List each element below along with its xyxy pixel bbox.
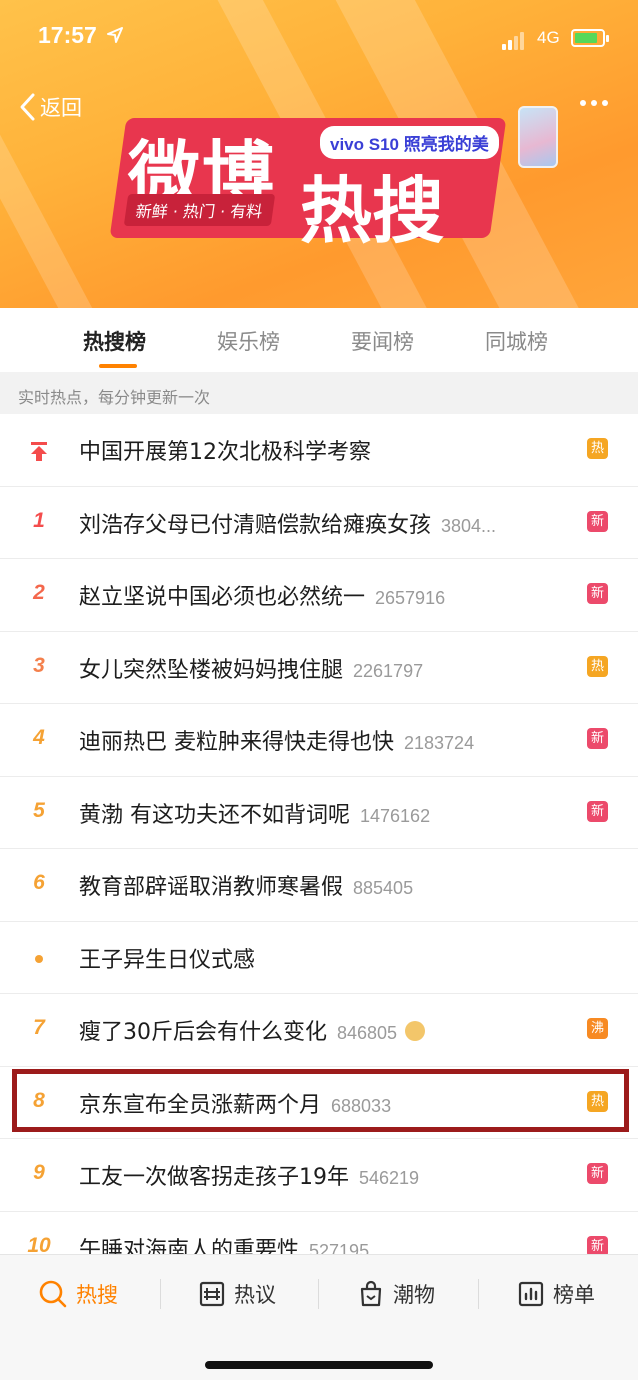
- promoted-dot: [35, 954, 43, 963]
- item-count: 846805: [337, 1023, 398, 1043]
- item-title: 工友一次做客拐走孩子19年 546219: [79, 1165, 420, 1190]
- hot-badge: 热: [587, 655, 608, 677]
- realtime-note-text: 实时热点，每分钟更新一次: [18, 388, 211, 407]
- ad-banner[interactable]: vivo S10 照亮我的美: [320, 126, 499, 159]
- nav-label: 榜单: [553, 1283, 595, 1307]
- list-item[interactable]: 4 迪丽热巴 麦粒肿来得快走得也快 2183724 新: [0, 704, 638, 777]
- item-title: 刘浩存父母已付清赔偿款给瘫痪女孩 3804...: [79, 512, 497, 538]
- item-title: 王子异生日仪式感: [79, 947, 256, 973]
- item-count: 1476162: [360, 805, 431, 826]
- realtime-note: 实时热点，每分钟更新一次: [0, 372, 638, 414]
- chevron-left-icon: [20, 93, 35, 121]
- item-title: 赵立坚说中国必须也必然统一 2657916: [79, 585, 446, 610]
- nav-rankings[interactable]: 榜单: [517, 1279, 595, 1309]
- rank-number: 1: [33, 508, 45, 532]
- rank-number: 7: [33, 1016, 45, 1039]
- battery-icon: [571, 29, 609, 47]
- tab-hot-search[interactable]: 热搜榜: [83, 326, 146, 356]
- location-arrow-icon: [107, 27, 123, 43]
- rank-number: 4: [33, 726, 45, 749]
- back-label: 返回: [40, 96, 82, 120]
- item-count: 2183724: [404, 733, 475, 753]
- nav-label: 潮物: [393, 1283, 435, 1307]
- doge-emoji-icon: [405, 1021, 426, 1041]
- list-item[interactable]: 9 工友一次做客拐走孩子19年 546219 新: [0, 1139, 638, 1212]
- item-title: 女儿突然坠楼被妈妈拽住腿 2261797: [79, 657, 424, 683]
- list-item[interactable]: 7 瘦了30斤后会有什么变化 846805 沸: [0, 994, 638, 1067]
- list-item[interactable]: 3 女儿突然坠楼被妈妈拽住腿 2261797 热: [0, 632, 638, 704]
- discussion-icon: [199, 1281, 225, 1307]
- nav-label: 热搜: [76, 1283, 118, 1307]
- ranking-tabs: 热搜榜 娱乐榜 要闻榜 同城榜: [0, 308, 638, 372]
- nav-trendy[interactable]: 潮物: [357, 1279, 435, 1309]
- rank-number: 5: [33, 798, 45, 822]
- item-title: 黄渤 有这功夫还不如背词呢 1476162: [79, 802, 431, 828]
- list-item[interactable]: 6 教育部辟谣取消教师寒暑假 885405: [0, 849, 638, 922]
- new-badge: 新: [587, 510, 608, 532]
- bottom-nav: 热搜 热议 潮物 榜单: [0, 1254, 638, 1380]
- list-item[interactable]: 1 刘浩存父母已付清赔偿款给瘫痪女孩 3804... 新: [0, 487, 638, 559]
- list-item[interactable]: 2 赵立坚说中国必须也必然统一 2657916 新: [0, 559, 638, 632]
- chart-icon: [518, 1281, 544, 1307]
- item-title: 中国开展第12次北极科学考察: [79, 440, 371, 465]
- rank-number: 9: [33, 1161, 45, 1184]
- logo-tagline: 新鲜 · 热门 · 有料: [123, 194, 275, 226]
- more-dot-icon: [580, 100, 586, 106]
- rank-number: 3: [33, 653, 45, 677]
- list-item[interactable]: 中国开展第12次北极科学考察 热: [0, 414, 638, 487]
- item-title: 瘦了30斤后会有什么变化 846805: [79, 1014, 426, 1046]
- nav-label: 热议: [234, 1283, 276, 1307]
- logo-title-resou: 热搜: [300, 169, 445, 253]
- nav-hot-search[interactable]: 热搜: [38, 1279, 118, 1309]
- signal-icon: [502, 32, 524, 50]
- item-count: 3804...: [441, 515, 497, 536]
- shopping-bag-icon: [360, 1280, 382, 1307]
- boiling-badge: 沸: [587, 1018, 608, 1039]
- hot-badge: 热: [587, 438, 608, 459]
- new-badge: 新: [587, 583, 608, 604]
- active-tab-indicator: [99, 364, 137, 368]
- item-count: 2657916: [375, 588, 446, 608]
- status-time: 17:57: [38, 22, 97, 48]
- rank-number: 6: [33, 871, 45, 894]
- new-badge: 新: [587, 728, 608, 749]
- highlight-box: [12, 1069, 629, 1132]
- rank-number: 2: [33, 581, 45, 604]
- item-title: 迪丽热巴 麦粒肿来得快走得也快 2183724: [79, 730, 475, 755]
- ad-phone-image: [518, 106, 558, 168]
- item-count: 885405: [353, 878, 414, 898]
- item-count: 546219: [359, 1168, 420, 1188]
- pin-top-icon: [31, 442, 47, 461]
- list-item[interactable]: 5 黄渤 有这功夫还不如背词呢 1476162 新: [0, 777, 638, 849]
- item-title: 教育部辟谣取消教师寒暑假 885405: [79, 875, 414, 900]
- tab-news[interactable]: 要闻榜: [351, 326, 414, 356]
- more-button[interactable]: [580, 100, 608, 106]
- network-label: 4G: [537, 28, 560, 47]
- tab-entertainment[interactable]: 娱乐榜: [217, 326, 280, 356]
- item-count: 2261797: [353, 660, 424, 681]
- list-item[interactable]: 王子异生日仪式感: [0, 922, 638, 994]
- back-button[interactable]: 返回: [18, 92, 82, 122]
- status-bar: 17:57 4G: [0, 0, 638, 80]
- nav-discussion[interactable]: 热议: [198, 1279, 276, 1309]
- home-indicator[interactable]: [205, 1361, 433, 1369]
- new-badge: 新: [587, 1163, 608, 1184]
- new-badge: 新: [587, 800, 608, 822]
- hot-search-list: 中国开展第12次北极科学考察 热 1 刘浩存父母已付清赔偿款给瘫痪女孩 3804.…: [0, 414, 638, 1284]
- header-banner: 17:57 4G 返回 微博 热搜 新鲜 · 热门 · 有料 vivo S10 …: [0, 0, 638, 308]
- tab-local[interactable]: 同城榜: [485, 326, 548, 356]
- search-fire-icon: [39, 1280, 67, 1308]
